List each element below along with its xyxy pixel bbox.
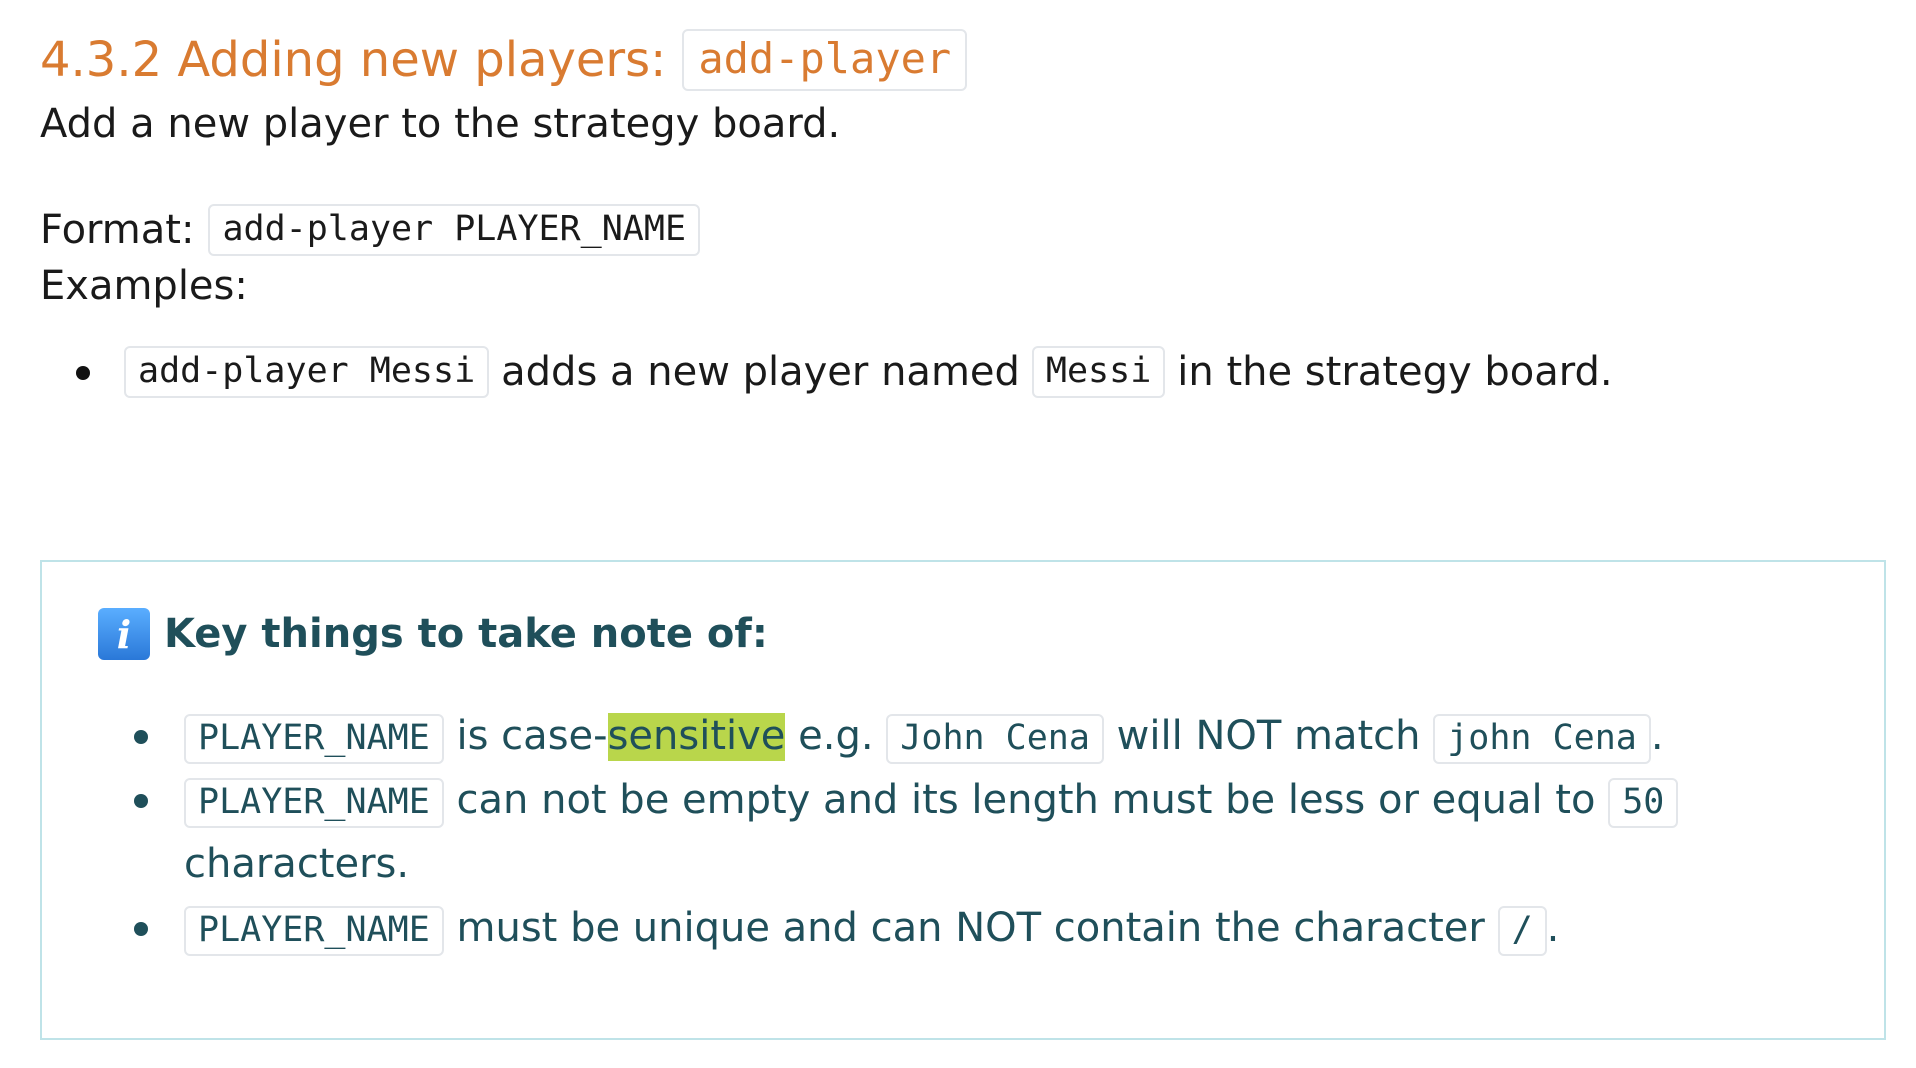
note-code: PLAYER_NAME [184,714,444,765]
info-icon: i [98,608,150,660]
command-description: Add a new player to the strategy board. [40,101,841,147]
section-heading: 4.3.2 Adding new players: add-player [40,22,1916,98]
examples-label: Examples: [40,263,248,309]
section-heading-text: 4.3.2 Adding new players: [40,31,667,88]
example-text: adds a new player named [501,349,1020,395]
list-item: add-player Messi adds a new player named… [76,342,1916,402]
format-line: Format: add-player PLAYER_NAME [40,200,1916,260]
example-code: add-player Messi [124,345,490,399]
note-text: will NOT match [1116,713,1421,759]
note-code: / [1497,906,1547,957]
section-heading-command: add-player [682,28,968,92]
list-item: PLAYER_NAME is case-sensitive e.g. John … [134,704,1684,768]
examples-list: add-player Messi adds a new player named… [40,342,1916,402]
note-text: can not be empty and its length must be … [456,777,1596,823]
format-label: Format: [40,207,195,253]
list-item: PLAYER_NAME must be unique and can NOT c… [134,896,1684,960]
note-text: . [1546,905,1560,951]
notes-list: PLAYER_NAME is case-sensitive e.g. John … [98,704,1884,960]
note-text: must be unique and can NOT contain the c… [456,905,1485,951]
note-code: John Cena [886,714,1104,765]
note-text: . [1650,713,1664,759]
note-text: e.g. [798,713,874,759]
highlighted-word: sensitive [607,713,786,761]
note-heading: i Key things to take note of: [98,606,1884,662]
note-code: 50 [1608,778,1679,829]
note-heading-text: Key things to take note of: [164,611,768,657]
format-code: add-player PLAYER_NAME [208,203,701,257]
example-text-end: in the strategy board. [1177,349,1613,395]
note-code: PLAYER_NAME [184,906,444,957]
page: 4.3.2 Adding new players: add-player Add… [0,0,1916,1068]
note-text: is case- [456,713,608,759]
note-text: characters. [184,841,410,887]
note-code: john Cena [1433,714,1651,765]
note-code: PLAYER_NAME [184,778,444,829]
example-player-code: Messi [1031,345,1166,399]
note-box: i Key things to take note of: PLAYER_NAM… [40,560,1886,1040]
list-item: PLAYER_NAME can not be empty and its len… [134,768,1684,896]
